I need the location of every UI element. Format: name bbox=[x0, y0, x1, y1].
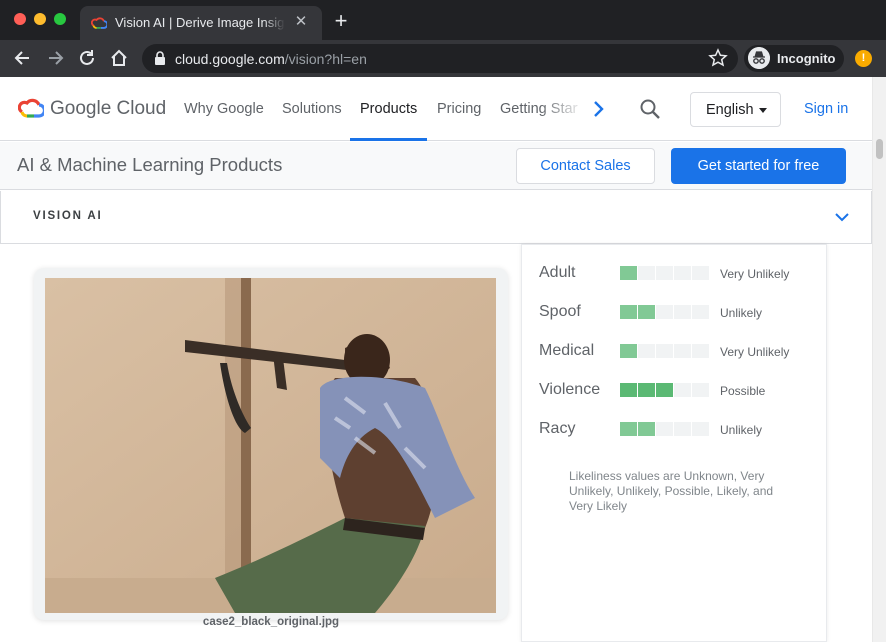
result-label: Violence bbox=[539, 381, 601, 398]
meter-segment bbox=[656, 305, 673, 319]
language-label: English bbox=[706, 102, 754, 118]
url-text: cloud.google.com/vision?hl=en bbox=[175, 51, 367, 67]
url-host: cloud.google.com bbox=[175, 51, 285, 67]
meter-segment bbox=[674, 266, 691, 280]
nav-products[interactable]: Products bbox=[360, 101, 417, 117]
result-value: Very Unlikely bbox=[720, 345, 790, 359]
meter-segment bbox=[692, 305, 709, 319]
site-header: Google Cloud Why Google Solutions Produc… bbox=[0, 77, 872, 141]
nav-solutions[interactable]: Solutions bbox=[282, 101, 342, 117]
meter-segment bbox=[692, 344, 709, 358]
url-path: /vision?hl=en bbox=[284, 51, 367, 67]
meter-segment bbox=[674, 422, 691, 436]
meter-segment bbox=[620, 344, 637, 358]
contact-sales-button[interactable]: Contact Sales bbox=[516, 148, 655, 184]
lock-icon bbox=[155, 51, 165, 65]
star-icon[interactable] bbox=[708, 48, 728, 68]
likelihood-meter bbox=[620, 305, 709, 319]
meter-segment bbox=[638, 383, 655, 397]
meter-segment bbox=[656, 344, 673, 358]
likelihood-meter bbox=[620, 266, 709, 280]
meter-segment bbox=[674, 344, 691, 358]
language-selector[interactable]: English bbox=[690, 92, 781, 127]
address-bar[interactable]: cloud.google.com/vision?hl=en bbox=[142, 44, 738, 73]
chevron-down-icon[interactable] bbox=[834, 211, 850, 223]
result-value: Possible bbox=[720, 384, 766, 398]
demo-content: case2_black_original.jpg Adult Very Unli… bbox=[0, 244, 872, 642]
meter-segment bbox=[656, 266, 673, 280]
result-label: Spoof bbox=[539, 303, 581, 320]
caret-down-icon bbox=[759, 108, 767, 113]
back-arrow-icon[interactable] bbox=[12, 47, 34, 69]
result-row: Racy Unlikely bbox=[522, 415, 828, 445]
extension-alert-icon[interactable]: ! bbox=[855, 50, 872, 67]
reload-icon[interactable] bbox=[76, 47, 98, 69]
nav-why-google[interactable]: Why Google bbox=[184, 101, 264, 117]
incognito-label: Incognito bbox=[777, 51, 836, 66]
incognito-icon bbox=[748, 47, 770, 69]
nav-scroll-right-icon[interactable] bbox=[588, 97, 608, 121]
meter-segment bbox=[656, 422, 673, 436]
result-row: Medical Very Unlikely bbox=[522, 337, 828, 367]
meter-segment bbox=[620, 383, 637, 397]
maximize-window-button[interactable] bbox=[54, 13, 66, 25]
browser-tab[interactable]: Vision AI | Derive Image Insights ✕ bbox=[80, 6, 322, 40]
meter-segment bbox=[674, 383, 691, 397]
nav-fade bbox=[540, 95, 586, 125]
meter-segment bbox=[692, 266, 709, 280]
new-tab-button[interactable]: + bbox=[330, 10, 352, 32]
meter-segment bbox=[638, 344, 655, 358]
result-value: Very Unlikely bbox=[720, 267, 790, 281]
scrollbar-thumb[interactable] bbox=[876, 139, 883, 159]
meter-segment bbox=[638, 422, 655, 436]
meter-segment bbox=[620, 305, 637, 319]
minimize-window-button[interactable] bbox=[34, 13, 46, 25]
section-bar[interactable]: VISION AI bbox=[0, 191, 872, 244]
result-value: Unlikely bbox=[720, 306, 763, 320]
meter-segment bbox=[692, 383, 709, 397]
result-label: Adult bbox=[539, 264, 576, 281]
uploaded-image-card bbox=[34, 268, 508, 620]
product-subheader: AI & Machine Learning Products Contact S… bbox=[0, 142, 872, 190]
active-nav-indicator bbox=[350, 138, 427, 141]
result-value: Unlikely bbox=[720, 423, 763, 437]
incognito-indicator[interactable]: Incognito bbox=[744, 45, 844, 72]
meter-segment bbox=[674, 305, 691, 319]
likelihood-meter bbox=[620, 344, 709, 358]
google-cloud-logo-icon[interactable] bbox=[18, 97, 44, 119]
likelihood-meter bbox=[620, 383, 709, 397]
get-started-button[interactable]: Get started for free bbox=[671, 148, 846, 184]
meter-segment bbox=[638, 305, 655, 319]
result-row: Adult Very Unlikely bbox=[522, 259, 828, 289]
meter-segment bbox=[620, 266, 637, 280]
result-label: Medical bbox=[539, 342, 595, 359]
result-label: Racy bbox=[539, 420, 576, 437]
home-icon[interactable] bbox=[108, 47, 130, 69]
section-title: VISION AI bbox=[33, 210, 103, 222]
close-window-button[interactable] bbox=[14, 13, 26, 25]
close-tab-icon[interactable]: ✕ bbox=[293, 14, 309, 30]
search-icon[interactable] bbox=[638, 97, 662, 121]
browser-toolbar: cloud.google.com/vision?hl=en Incognito … bbox=[0, 40, 886, 77]
logo-text[interactable]: Google Cloud bbox=[50, 98, 166, 120]
page-scrollbar[interactable] bbox=[872, 77, 886, 642]
image-filename: case2_black_original.jpg bbox=[202, 616, 340, 628]
subheader-title[interactable]: AI & Machine Learning Products bbox=[17, 154, 282, 176]
sign-in-link[interactable]: Sign in bbox=[804, 101, 848, 117]
meter-segment bbox=[692, 422, 709, 436]
forward-arrow-icon[interactable] bbox=[44, 47, 66, 69]
likelihood-note: Likeliness values are Unknown, Very Unli… bbox=[569, 469, 774, 513]
result-row: Violence Possible bbox=[522, 376, 828, 406]
safe-search-panel: Adult Very Unlikely Spoof Unlikely Medic… bbox=[521, 244, 827, 642]
tab-title: Vision AI | Derive Image Insights bbox=[115, 15, 285, 30]
google-cloud-favicon-icon bbox=[91, 17, 107, 29]
uploaded-image bbox=[45, 278, 496, 613]
likelihood-meter bbox=[620, 422, 709, 436]
meter-segment bbox=[656, 383, 673, 397]
meter-segment bbox=[638, 266, 655, 280]
nav-pricing[interactable]: Pricing bbox=[437, 101, 481, 117]
meter-segment bbox=[620, 422, 637, 436]
browser-tab-bar: Vision AI | Derive Image Insights ✕ + bbox=[0, 0, 886, 40]
result-row: Spoof Unlikely bbox=[522, 298, 828, 328]
